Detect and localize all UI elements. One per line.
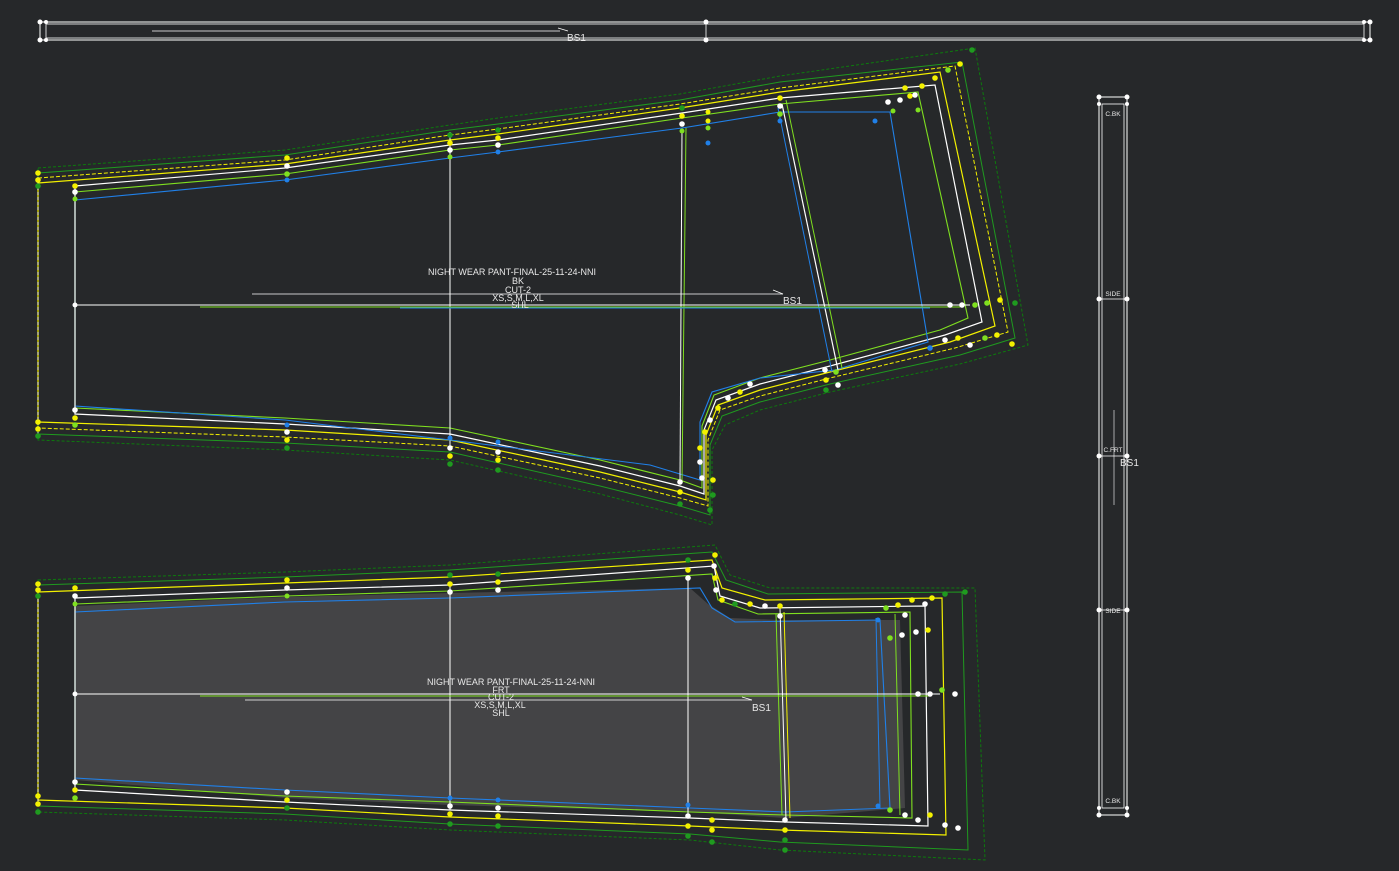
- waistband-mark-cbk-bottom: C.BK: [1105, 798, 1121, 805]
- waistband-mark-cfrt: C.FRT: [1103, 447, 1122, 454]
- back-ref-label: BS1: [783, 296, 802, 307]
- front-piece-name: NIGHT WEAR PANT-FINAL-25-11-24-NNI: [427, 677, 595, 687]
- waistband-mark-cbk-top: C.BK: [1105, 111, 1121, 118]
- waistband-mark-side-1: SIDE: [1105, 291, 1121, 298]
- top-strip-ref-label: BS1: [567, 33, 586, 44]
- back-piece-material: SHL: [511, 300, 529, 310]
- waistband-ref-label: BS1: [1120, 458, 1139, 469]
- front-piece-material: SHL: [492, 708, 510, 718]
- pattern-canvas[interactable]: BS1 NIGHT WEAR PANT-FINAL-25-11-24-NNI B…: [0, 0, 1399, 871]
- waistband-mark-side-2: SIDE: [1105, 608, 1121, 615]
- front-ref-label: BS1: [752, 703, 771, 714]
